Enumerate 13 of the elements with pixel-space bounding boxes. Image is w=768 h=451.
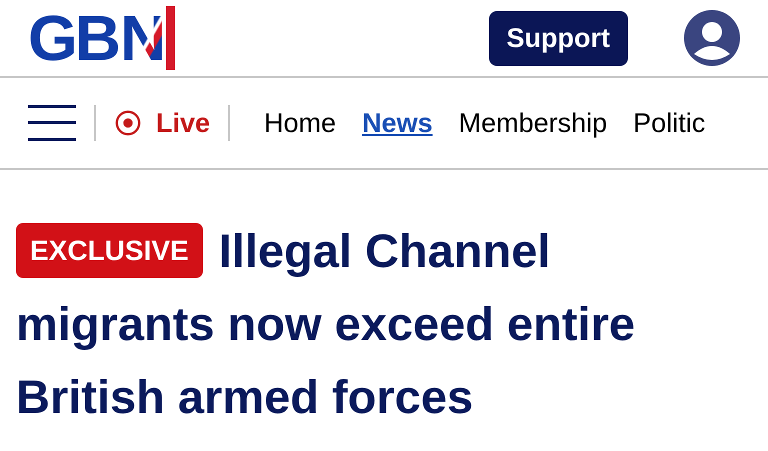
live-icon — [114, 109, 142, 137]
nav-link[interactable]: Home — [264, 108, 336, 138]
headline-line: British armed forces — [16, 370, 474, 423]
nav-link[interactable]: Politic — [633, 108, 706, 138]
menu-icon[interactable] — [28, 104, 76, 142]
nav-link[interactable]: Membership — [458, 108, 608, 138]
support-button[interactable]: Support — [488, 10, 628, 66]
account-icon[interactable] — [684, 10, 740, 66]
headline-line: migrants now exceed entire — [16, 297, 636, 350]
live-link[interactable]: Live — [114, 108, 210, 138]
exclusive-badge: EXCLUSIVE — [16, 223, 203, 278]
nav-link[interactable]: News — [362, 108, 433, 138]
headline-line: Illegal Channel — [218, 223, 550, 279]
